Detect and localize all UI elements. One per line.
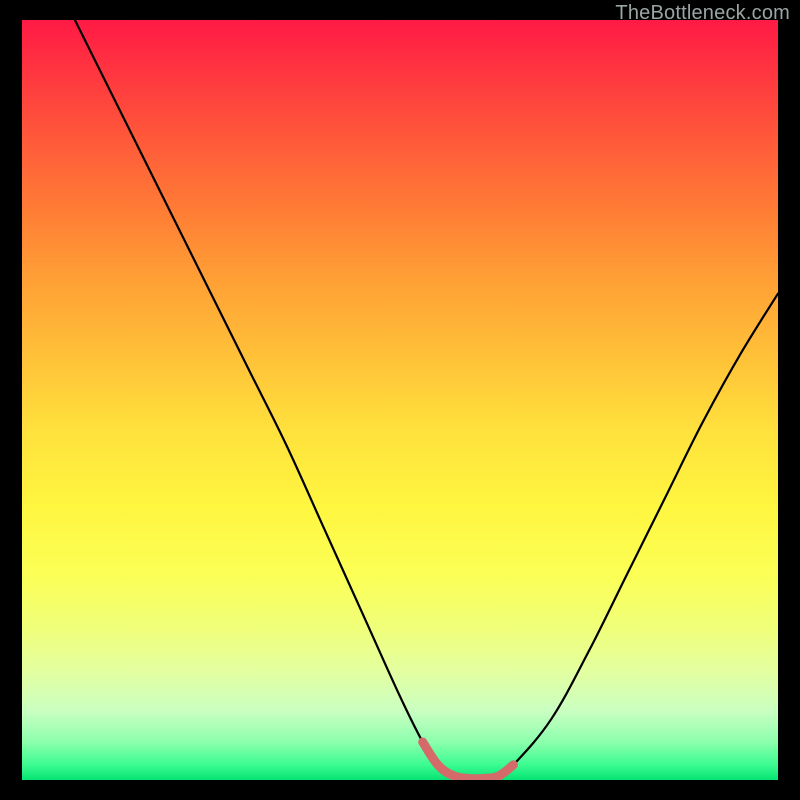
curve-layer bbox=[22, 20, 778, 780]
plot-area bbox=[22, 20, 778, 780]
watermark-text: TheBottleneck.com bbox=[615, 2, 790, 25]
bottleneck-curve bbox=[75, 20, 778, 779]
trough-marker bbox=[423, 742, 514, 779]
chart-viewport: TheBottleneck.com bbox=[0, 0, 800, 800]
